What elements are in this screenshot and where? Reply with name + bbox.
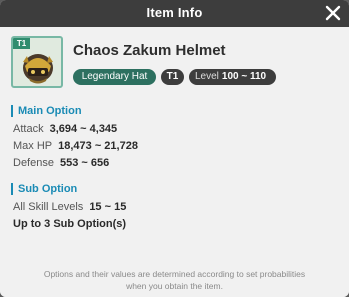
level-value: 100 ~ 110 xyxy=(221,71,267,82)
notice-line-2: when you obtain the item. xyxy=(126,281,223,291)
stat-row-attack: Attack 3,694 ~ 4,345 xyxy=(13,123,117,135)
level-badge: Level 100 ~ 110 xyxy=(189,69,276,85)
stat-label: Defense xyxy=(13,157,54,169)
stat-label: Attack xyxy=(13,123,44,135)
item-name: Chaos Zakum Helmet xyxy=(73,42,226,59)
stat-label: All Skill Levels xyxy=(13,201,84,213)
item-info-content: T1 Chaos Zakum Helmet Legendary Hat T1 L… xyxy=(0,27,349,297)
main-option-heading: Main Option xyxy=(11,105,82,117)
stat-row-all-skill-levels: All Skill Levels 15 ~ 15 xyxy=(13,201,126,213)
tier-badge: T1 xyxy=(161,69,184,85)
window-title: Item Info xyxy=(146,5,203,20)
stat-row-max-hp: Max HP 18,473 ~ 21,728 xyxy=(13,140,138,152)
stat-value: 15 ~ 15 xyxy=(89,201,127,213)
stat-value: 3,694 ~ 4,345 xyxy=(49,123,118,135)
helmet-icon xyxy=(23,54,53,84)
stat-value: 553 ~ 656 xyxy=(59,157,110,169)
stat-value: 18,473 ~ 21,728 xyxy=(58,140,138,152)
sub-option-note: Up to 3 Sub Option(s) xyxy=(13,218,127,230)
stat-label: Max HP xyxy=(13,140,53,152)
close-icon[interactable] xyxy=(324,4,342,22)
rarity-badge: Legendary Hat xyxy=(73,69,156,85)
sub-option-heading: Sub Option xyxy=(11,183,77,195)
level-label: Level xyxy=(195,71,219,82)
item-info-window: Item Info T1 Chaos Zakum Helmet Legendar… xyxy=(0,0,349,297)
item-icon-frame: T1 xyxy=(11,36,63,88)
stat-row-defense: Defense 553 ~ 656 xyxy=(13,157,109,169)
probability-notice: Options and their values are determined … xyxy=(10,268,339,292)
notice-line-1: Options and their values are determined … xyxy=(43,269,306,279)
title-bar: Item Info xyxy=(0,0,349,27)
